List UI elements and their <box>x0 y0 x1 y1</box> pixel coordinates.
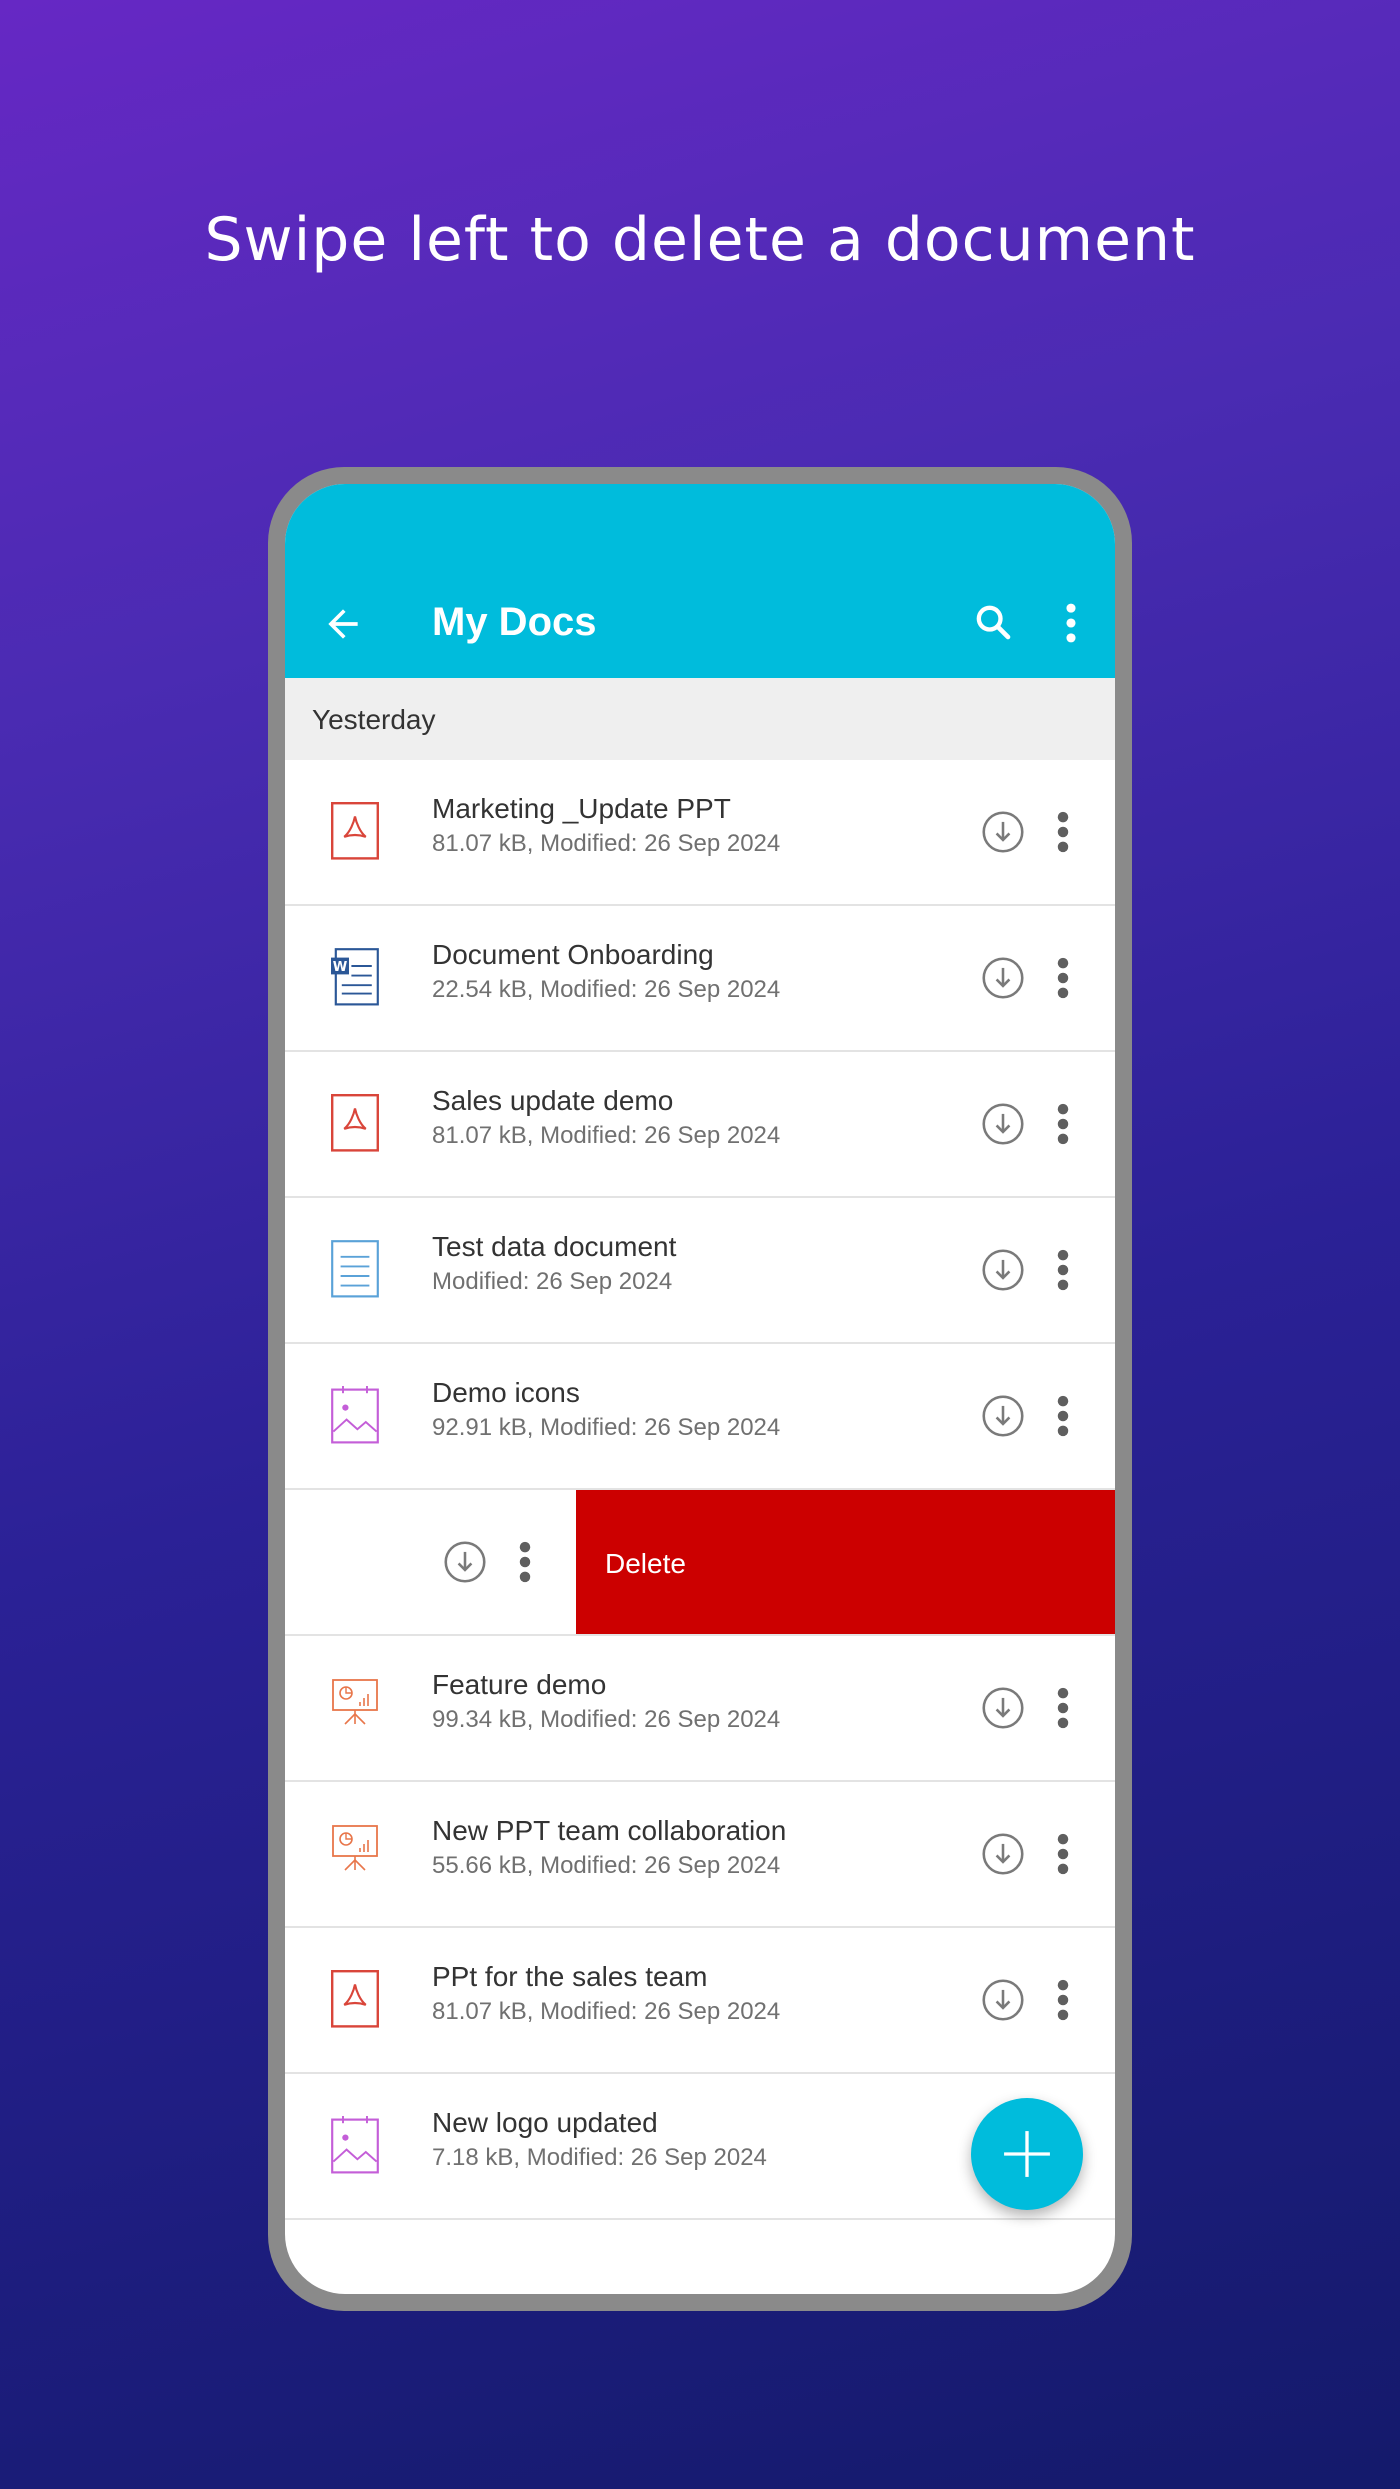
document-name: Test data document <box>432 1231 677 1262</box>
list-item[interactable]: Test data document Modified: 26 Sep 2024 <box>285 1198 1115 1344</box>
page-title: My Docs <box>432 600 597 644</box>
list-item[interactable]: PPt for the sales team 81.07 kB, Modified… <box>285 1928 1115 2074</box>
list-item[interactable]: New PPT team collaboration 55.66 kB, Modi… <box>285 1782 1115 1928</box>
document-meta: 22.54 kB, Modified: 26 Sep 2024 <box>432 976 781 1003</box>
item-more-icon[interactable] <box>1056 1979 1070 2021</box>
document-meta: Modified: 26 Sep 2024 <box>432 1268 673 1295</box>
pdf-file-icon <box>331 1094 379 1152</box>
app-screen: My Docs Yesterday Marketing _Update PPT 8… <box>285 484 1115 2294</box>
item-more-icon[interactable] <box>1056 811 1070 853</box>
word-file-icon: W <box>331 948 379 1006</box>
item-more-icon[interactable] <box>1056 1687 1070 1729</box>
document-name: Feature demo <box>432 1669 607 1700</box>
document-name: Sales update demo <box>432 1085 674 1116</box>
document-name: Marketing _Update PPT <box>432 793 731 824</box>
list-item-swiped[interactable]: Delete <box>285 1490 1115 1636</box>
pdf-file-icon <box>331 1970 379 2028</box>
list-item[interactable]: Demo icons 92.91 kB, Modified: 26 Sep 202… <box>285 1344 1115 1490</box>
presentation-file-icon <box>331 1678 379 1736</box>
search-icon[interactable] <box>973 602 1013 642</box>
image-file-icon <box>331 1386 379 1444</box>
app-bar: My Docs <box>285 484 1115 678</box>
presentation-file-icon <box>331 1824 379 1882</box>
item-more-icon[interactable] <box>518 1541 532 1583</box>
document-meta: 7.18 kB, Modified: 26 Sep 2024 <box>432 2144 767 2171</box>
list-item[interactable]: Marketing _Update PPT 81.07 kB, Modified:… <box>285 760 1115 906</box>
download-icon[interactable] <box>981 1978 1025 2022</box>
document-meta: 55.66 kB, Modified: 26 Sep 2024 <box>432 1852 781 1879</box>
download-icon[interactable] <box>443 1540 487 1584</box>
text-file-icon <box>331 1240 379 1298</box>
list-item[interactable]: W Document Onboarding 22.54 kB, Modified: … <box>285 906 1115 1052</box>
item-more-icon[interactable] <box>1056 1395 1070 1437</box>
document-name: New PPT team collaboration <box>432 1815 787 1846</box>
document-meta: 92.91 kB, Modified: 26 Sep 2024 <box>432 1414 781 1441</box>
document-name: Document Onboarding <box>432 939 714 970</box>
image-file-icon <box>331 2116 379 2174</box>
item-more-icon[interactable] <box>1056 1833 1070 1875</box>
headline: Swipe left to delete a document <box>204 205 1196 275</box>
download-icon[interactable] <box>981 1102 1025 1146</box>
document-meta: 81.07 kB, Modified: 26 Sep 2024 <box>432 830 781 857</box>
download-icon[interactable] <box>981 1394 1025 1438</box>
more-vert-icon[interactable] <box>1063 602 1079 644</box>
document-name: New logo updated <box>432 2107 658 2138</box>
delete-button[interactable]: Delete <box>576 1490 1115 1634</box>
plus-icon <box>1004 2131 1050 2177</box>
document-meta: 99.34 kB, Modified: 26 Sep 2024 <box>432 1706 781 1733</box>
item-more-icon[interactable] <box>1056 1249 1070 1291</box>
list-item[interactable]: Sales update demo 81.07 kB, Modified: 26 … <box>285 1052 1115 1198</box>
download-icon[interactable] <box>981 956 1025 1000</box>
document-name: Demo icons <box>432 1377 580 1408</box>
download-icon[interactable] <box>981 1832 1025 1876</box>
item-more-icon[interactable] <box>1056 1103 1070 1145</box>
list-item[interactable]: Feature demo 99.34 kB, Modified: 26 Sep 2… <box>285 1636 1115 1782</box>
section-header: Yesterday <box>285 678 1115 760</box>
download-icon[interactable] <box>981 810 1025 854</box>
back-arrow-icon[interactable] <box>321 602 365 646</box>
document-meta: 81.07 kB, Modified: 26 Sep 2024 <box>432 1998 781 2025</box>
download-icon[interactable] <box>981 1686 1025 1730</box>
download-icon[interactable] <box>981 1248 1025 1292</box>
item-more-icon[interactable] <box>1056 957 1070 999</box>
delete-label: Delete <box>605 1548 686 1579</box>
document-name: PPt for the sales team <box>432 1961 708 1992</box>
document-meta: 81.07 kB, Modified: 26 Sep 2024 <box>432 1122 781 1149</box>
svg-text:W: W <box>333 960 348 975</box>
phone-frame: My Docs Yesterday Marketing _Update PPT 8… <box>268 467 1132 2311</box>
pdf-file-icon <box>331 802 379 860</box>
section-header-label: Yesterday <box>312 704 436 735</box>
document-list: Marketing _Update PPT 81.07 kB, Modified:… <box>285 760 1115 2220</box>
add-document-button[interactable] <box>971 2098 1083 2210</box>
